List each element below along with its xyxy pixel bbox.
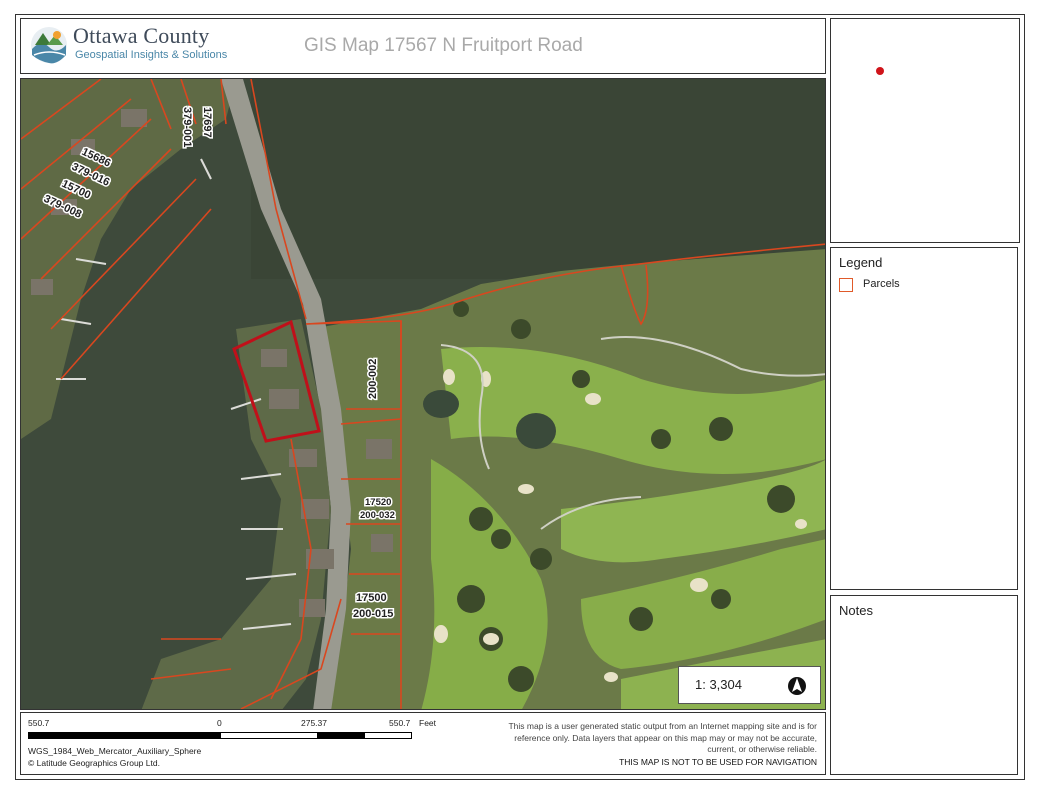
map-scale-text: 1: 3,304 — [695, 677, 742, 692]
notes-title: Notes — [839, 603, 873, 618]
scale-unit: Feet — [419, 718, 437, 728]
parcel-label: 17520 — [365, 497, 391, 508]
scale-label-zero: 0 — [217, 718, 222, 728]
map-header: Ottawa County Geospatial Insights & Solu… — [20, 18, 826, 74]
parcels-legend-swatch — [839, 278, 853, 292]
navigation-warning: THIS MAP IS NOT TO BE USED FOR NAVIGATIO… — [619, 757, 817, 767]
scale-bar — [28, 732, 412, 739]
parcel-label: 200-032 — [360, 510, 395, 521]
overview-map[interactable] — [830, 18, 1020, 243]
location-marker — [876, 67, 884, 75]
map-title: GIS Map 17567 N Fruitport Road — [304, 35, 583, 56]
notes-panel: Notes — [830, 595, 1018, 775]
lake-water-north — [251, 79, 825, 279]
parcel-label: 17500 — [356, 592, 387, 604]
org-name: Ottawa County — [73, 23, 210, 48]
parcel-label: 200-015 — [353, 608, 393, 620]
map-canvas[interactable]: 17697 379-001 15686 379-016 15700 379-00… — [20, 78, 826, 710]
projection-text: WGS_1984_Web_Mercator_Auxiliary_Sphere — [28, 746, 202, 756]
disclaimer-text: This map is a user generated static outp… — [508, 721, 817, 754]
scale-label-left: 550.7 — [28, 718, 50, 728]
parcel-label: 200-002 — [367, 359, 379, 399]
pond-1 — [423, 390, 459, 418]
legend-item-label: Parcels — [863, 278, 900, 290]
parcel-label: 379-001 — [181, 107, 193, 147]
copyright-text: © Latitude Geographics Group Ltd. — [28, 758, 160, 768]
parcel-label: 17697 — [201, 107, 213, 138]
org-tagline: Geospatial Insights & Solutions — [75, 49, 228, 61]
aerial-map[interactable]: 17697 379-001 15686 379-016 15700 379-00… — [21, 79, 826, 710]
legend-panel: Legend Parcels — [830, 247, 1018, 590]
ottawa-county-logo-icon — [31, 27, 67, 64]
pond-2 — [516, 413, 556, 449]
north-arrow-icon — [788, 677, 806, 695]
scale-label-mid: 275.37 — [301, 718, 327, 728]
map-scale-box: 1: 3,304 — [678, 666, 821, 704]
legend-title: Legend — [839, 255, 883, 270]
map-footer: 550.7 0 275.37 550.7 Feet WGS_1984_Web_M… — [20, 712, 826, 775]
scale-label-right: 550.7 — [389, 718, 411, 728]
